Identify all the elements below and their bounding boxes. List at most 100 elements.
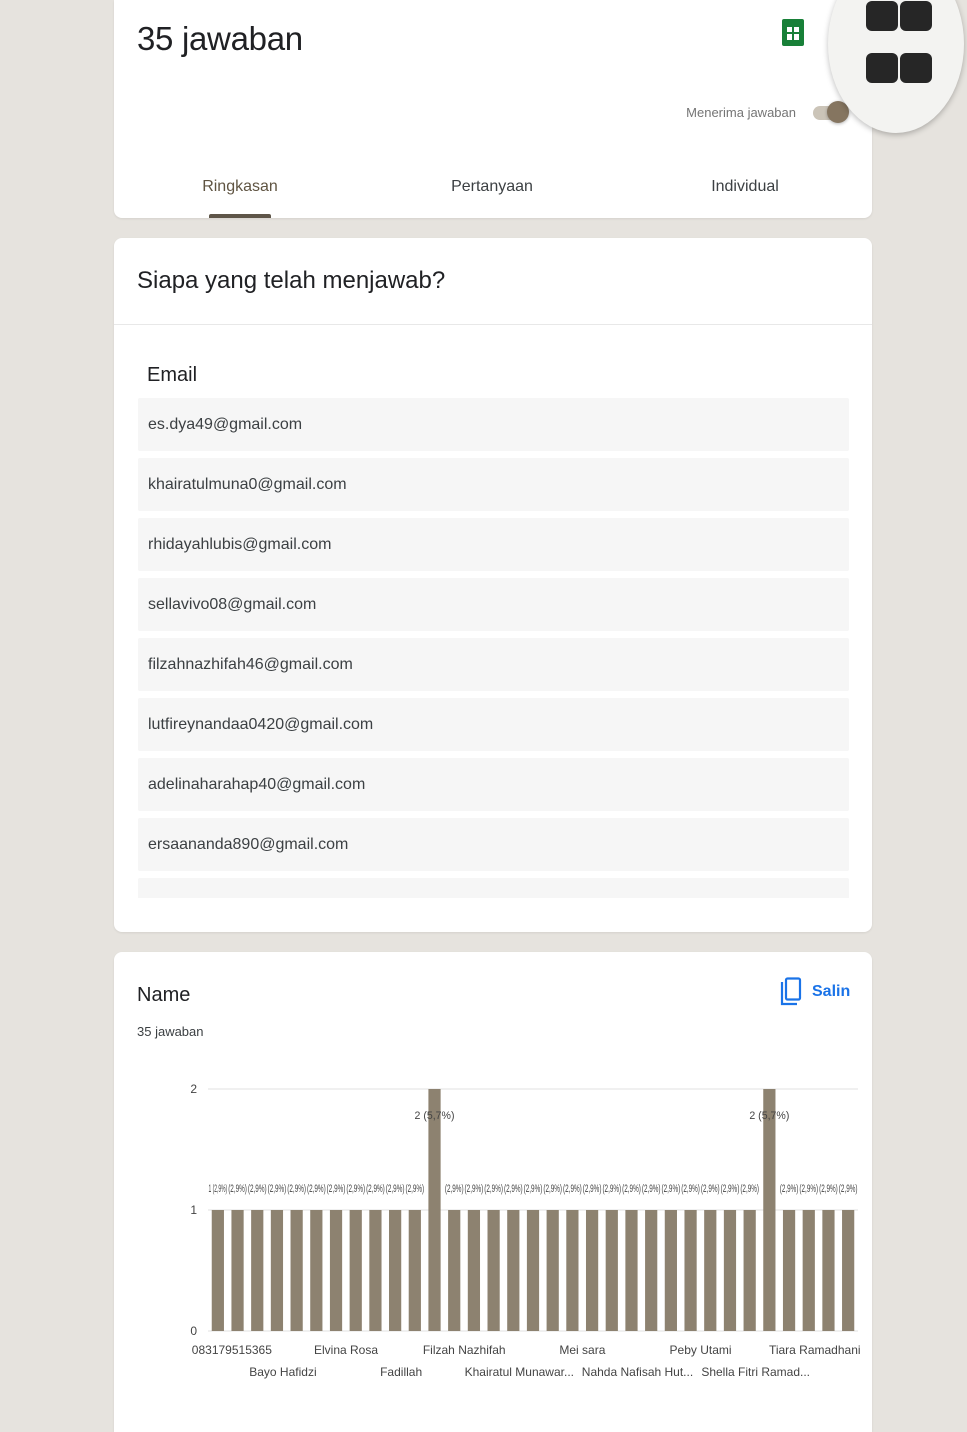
- email-row: lutfireynandaa0420@gmail.com: [138, 698, 849, 751]
- email-row: khairatulmuna0@gmail.com: [138, 458, 849, 511]
- data-label: (2,9%): [799, 1183, 818, 1195]
- bar: [251, 1210, 264, 1331]
- email-column-header: Email: [147, 364, 198, 386]
- active-tab-indicator: [209, 214, 271, 218]
- bar: [743, 1210, 756, 1331]
- bar: [526, 1210, 540, 1331]
- response-count-title: 35 jawaban: [137, 20, 303, 57]
- bar: [428, 1089, 441, 1331]
- data-label: (2,9%): [268, 1183, 287, 1195]
- summary-header-card: 35 jawaban Menerima jawaban Ringkasan Pe…: [114, 0, 872, 218]
- divider: [114, 324, 872, 325]
- bar: [270, 1210, 284, 1331]
- x-tick-label: Mei sara: [559, 1343, 605, 1357]
- x-tick-label: Elvina Rosa: [314, 1343, 378, 1357]
- tab-summary[interactable]: Ringkasan: [160, 178, 320, 196]
- bar: [349, 1210, 362, 1331]
- bar: [329, 1210, 343, 1331]
- bar: [211, 1210, 224, 1331]
- data-label: (2,9%): [327, 1183, 346, 1195]
- data-label: (2,9%): [642, 1183, 661, 1195]
- email-row: rhidayahlubis@gmail.com: [138, 518, 849, 571]
- data-label: (2,9%): [721, 1183, 740, 1195]
- email-row: ersaananda890@gmail.com: [138, 818, 849, 871]
- x-tick-label: Shella Fitri Ramad...: [701, 1365, 810, 1379]
- bar: [546, 1210, 559, 1331]
- data-label: (2,9%): [839, 1183, 858, 1195]
- data-label: (2,9%): [366, 1183, 385, 1195]
- bar: [408, 1210, 421, 1331]
- data-label: (2,9%): [307, 1183, 326, 1195]
- tab-question[interactable]: Pertanyaan: [412, 178, 572, 196]
- data-label: (2,9%): [662, 1183, 681, 1195]
- bar: [645, 1210, 658, 1331]
- bar: [802, 1210, 815, 1331]
- tab-individual[interactable]: Individual: [665, 178, 825, 196]
- data-label: (2,9%): [445, 1183, 464, 1195]
- y-tick-label: 1: [190, 1203, 197, 1217]
- x-tick-label: Tiara Ramadhani: [769, 1343, 861, 1357]
- email-list[interactable]: es.dya49@gmail.com khairatulmuna0@gmail.…: [138, 398, 849, 898]
- bar: [448, 1210, 461, 1331]
- email-row: es.dya49@gmail.com: [138, 398, 849, 451]
- who-responded-card: Siapa yang telah menjawab? Email es.dya4…: [114, 238, 872, 932]
- bar: [625, 1210, 638, 1331]
- bar: [487, 1210, 500, 1331]
- spreadsheet-icon[interactable]: [782, 19, 804, 46]
- email-row-partial: [138, 878, 849, 898]
- data-label: (2,9%): [484, 1183, 503, 1195]
- apps-icon-square: [900, 1, 932, 31]
- data-label: (2,9%): [681, 1183, 700, 1195]
- bar: [290, 1210, 303, 1331]
- bar: [566, 1210, 579, 1331]
- name-question-card: Name 35 jawaban Salin 0121 (2,9%) (2,9%)(…: [114, 952, 872, 1432]
- data-label: (2,9%): [248, 1183, 267, 1195]
- x-tick-label: Peby Utami: [670, 1343, 732, 1357]
- x-tick-label: 083179515365: [192, 1343, 272, 1357]
- x-tick-label: Khairatul Munawar...: [465, 1365, 574, 1379]
- x-tick-label: Fadillah: [380, 1365, 422, 1379]
- who-responded-title: Siapa yang telah menjawab?: [137, 267, 446, 294]
- data-label: (2,9%): [563, 1183, 582, 1195]
- x-tick-label: Filzah Nazhifah: [423, 1343, 506, 1357]
- data-label: 2 (5,7%): [415, 1110, 455, 1122]
- bar: [782, 1210, 796, 1331]
- accepting-responses-toggle[interactable]: [811, 100, 849, 126]
- data-label: (2,9%): [465, 1183, 484, 1195]
- bar: [684, 1210, 697, 1331]
- data-label: (2,9%): [740, 1183, 759, 1195]
- data-label: (2,9%): [346, 1183, 365, 1195]
- bar: [507, 1210, 520, 1331]
- data-label: (2,9%): [228, 1183, 247, 1195]
- bar: [467, 1210, 481, 1331]
- data-label: 1 (2,9%): [209, 1183, 228, 1195]
- data-label: (2,9%): [386, 1183, 405, 1195]
- accepting-responses-label: Menerima jawaban: [686, 105, 796, 120]
- bar: [585, 1210, 599, 1331]
- data-label: (2,9%): [543, 1183, 562, 1195]
- bar: [842, 1210, 855, 1331]
- bar: [231, 1210, 244, 1331]
- data-label: (2,9%): [287, 1183, 306, 1195]
- data-label: (2,9%): [701, 1183, 720, 1195]
- bar: [605, 1210, 618, 1331]
- y-tick-label: 0: [190, 1324, 197, 1338]
- data-label: (2,9%): [602, 1183, 621, 1195]
- bar: [310, 1210, 323, 1331]
- y-tick-label: 2: [190, 1082, 197, 1096]
- data-label: (2,9%): [524, 1183, 543, 1195]
- bar: [704, 1210, 717, 1331]
- name-bar-chart: 0121 (2,9%) (2,9%) (2,9%) (2,9%) (2,9%) (2,9%…: [190, 1082, 861, 1379]
- bar: [763, 1089, 776, 1331]
- data-label: (2,9%): [819, 1183, 838, 1195]
- data-label: (2,9%): [504, 1183, 523, 1195]
- bar: [822, 1210, 835, 1331]
- bar: [723, 1210, 737, 1331]
- data-label: (2,9%): [780, 1183, 799, 1195]
- apps-icon-square: [866, 53, 898, 83]
- x-tick-label: Bayo Hafidzi: [249, 1365, 316, 1379]
- apps-icon-square: [866, 1, 898, 31]
- email-row: sellavivo08@gmail.com: [138, 578, 849, 631]
- bar: [389, 1210, 402, 1331]
- email-row: filzahnazhifah46@gmail.com: [138, 638, 849, 691]
